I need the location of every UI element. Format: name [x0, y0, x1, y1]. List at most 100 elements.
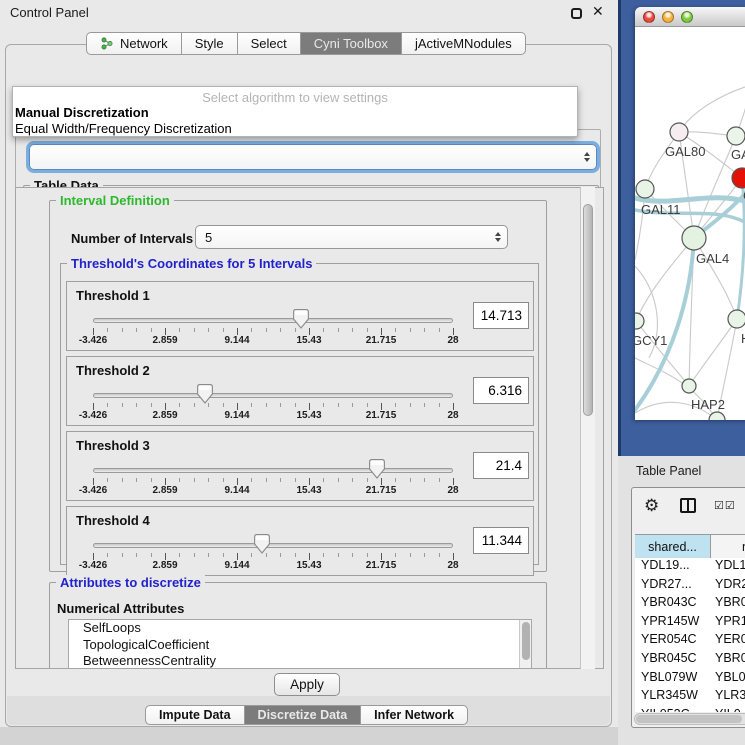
network-node-GAL11[interactable] — [636, 180, 654, 198]
table-header-row: shared... n — [635, 534, 745, 558]
table-row[interactable]: YER054CYER0 — [635, 632, 745, 651]
table-row[interactable]: YLR345WYLR3 — [635, 688, 745, 707]
network-node-GCY1[interactable] — [635, 313, 644, 329]
threshold-slider-track[interactable] — [93, 468, 453, 473]
thresholds-group-title: Threshold's Coordinates for 5 Intervals — [67, 256, 316, 271]
threshold-slider-thumb[interactable] — [197, 384, 213, 404]
tab-discretize-data[interactable]: Discretize Data — [244, 705, 362, 725]
column-layout-icon[interactable] — [680, 498, 696, 513]
network-node-H-node[interactable] — [728, 310, 745, 328]
threshold-slider-track[interactable] — [93, 318, 453, 323]
network-node-bottom-node[interactable] — [709, 412, 725, 420]
slider-tick — [410, 553, 411, 557]
discretization-algorithm-group: Discretization Algorithm — [15, 129, 601, 191]
attribute-list-item[interactable]: SelfLoops — [69, 620, 531, 637]
threshold-slider-thumb[interactable] — [254, 534, 270, 554]
network-graph: GAL80GACGAL11GAL4GCY1HHAP2 — [635, 28, 745, 420]
threshold-value-field[interactable]: 21.4 — [473, 452, 529, 479]
stepper-icon — [584, 151, 590, 163]
tab-jactivemnodules[interactable]: jActiveMNodules — [401, 32, 526, 55]
slider-tick-label: 28 — [447, 560, 458, 571]
column-header-name[interactable]: n — [711, 535, 745, 559]
numerical-attributes-list[interactable]: SelfLoopsTopologicalCoefficientBetweenne… — [68, 619, 532, 669]
table-row[interactable]: YBR045CYBR0 — [635, 651, 745, 670]
slider-tick — [280, 478, 281, 482]
attribute-list-item[interactable]: TopologicalCoefficient — [69, 637, 531, 654]
node-label-HAP2: HAP2 — [691, 397, 725, 412]
threshold-value-field[interactable]: 14.713 — [473, 302, 529, 329]
network-node-GAL4[interactable] — [682, 226, 706, 250]
close-traffic-light[interactable] — [643, 11, 655, 23]
desktop-background: GAL80GACGAL11GAL4GCY1HHAP2 — [618, 0, 745, 456]
tab-style[interactable]: Style — [181, 32, 238, 55]
threshold-slider-track[interactable] — [93, 393, 453, 398]
slider-tick — [237, 403, 238, 410]
network-node-GAL80[interactable] — [670, 123, 688, 141]
tab-infer-network[interactable]: Infer Network — [360, 705, 468, 725]
table-row[interactable]: YDL19...YDL1 — [635, 558, 745, 577]
node-label-GAL4: GAL4 — [696, 251, 729, 266]
slider-tick — [338, 328, 339, 332]
close-icon[interactable]: ✕ — [592, 3, 604, 20]
algorithm-option[interactable]: Equal Width/Frequency Discretization — [15, 121, 232, 136]
slider-tick — [194, 553, 195, 557]
float-window-icon[interactable] — [571, 8, 582, 19]
attributes-scrollbar[interactable] — [519, 620, 531, 669]
tab-cyni-toolbox[interactable]: Cyni Toolbox — [300, 32, 402, 55]
slider-tick-label: 28 — [447, 410, 458, 421]
slider-tick-label: -3.426 — [79, 485, 107, 496]
network-node-top-right[interactable] — [727, 127, 745, 145]
minimize-traffic-light[interactable] — [662, 11, 674, 23]
threshold-slider-track[interactable] — [93, 543, 453, 548]
slider-tick — [136, 328, 137, 332]
gear-icon[interactable]: ⚙ — [644, 496, 659, 516]
zoom-traffic-light[interactable] — [681, 11, 693, 23]
slider-tick-label: 21.715 — [366, 335, 397, 346]
tab-impute-data[interactable]: Impute Data — [145, 705, 245, 725]
cell-shared-name: YER054C — [635, 632, 711, 651]
apply-button[interactable]: Apply — [274, 673, 340, 696]
window-title: Control Panel — [10, 5, 89, 20]
slider-tick — [424, 328, 425, 332]
slider-tick — [237, 553, 238, 560]
scrollbar-thumb[interactable] — [636, 715, 742, 723]
table-row[interactable]: YPR145WYPR1 — [635, 614, 745, 633]
slider-tick-label: 21.715 — [366, 410, 397, 421]
table-row[interactable]: YIL052CYIL0 — [635, 707, 745, 712]
slider-tick-label: 9.144 — [224, 560, 249, 571]
slider-tick-label: 15.43 — [296, 410, 321, 421]
panel-scrollbar[interactable] — [580, 187, 595, 669]
slider-tick — [381, 328, 382, 335]
select-columns-icon[interactable]: ☑☑ — [714, 499, 736, 512]
table-horizontal-scrollbar[interactable] — [634, 713, 745, 725]
table-row[interactable]: YDR27...YDR2 — [635, 577, 745, 596]
threshold-slider-thumb[interactable] — [293, 309, 309, 329]
slider-tick — [410, 328, 411, 332]
attribute-list-item[interactable]: BetweennessCentrality — [69, 653, 531, 669]
algorithm-option[interactable]: Manual Discretization — [15, 105, 149, 120]
threshold-value-field[interactable]: 11.344 — [473, 527, 529, 554]
table-row[interactable]: YBR043CYBR0 — [635, 595, 745, 614]
slider-tick — [295, 478, 296, 482]
number-of-intervals-combobox[interactable]: 5 — [195, 225, 508, 249]
slider-tick — [381, 403, 382, 410]
network-node-HAP2[interactable] — [682, 379, 696, 393]
cell-name: YPR1 — [711, 614, 745, 633]
slider-tick — [439, 553, 440, 557]
column-header-shared-name[interactable]: shared... — [635, 535, 711, 559]
cell-name: YDL1 — [711, 558, 745, 577]
table-row[interactable]: YBL079WYBL0 — [635, 670, 745, 689]
cell-name: YIL0 — [711, 707, 745, 712]
table-panel-box: ⚙ ☑☑ shared... n YDL19...YDL1YDR27...YDR… — [631, 487, 745, 728]
tab-network[interactable]: Network — [86, 32, 182, 55]
tab-label: jActiveMNodules — [415, 36, 512, 51]
scrollbar-thumb[interactable] — [522, 622, 530, 660]
threshold-slider-thumb[interactable] — [369, 459, 385, 479]
scrollbar-thumb[interactable] — [583, 204, 593, 416]
control-panel-window: Control Panel ✕ NetworkStyleSelectCyni T… — [0, 0, 618, 745]
network-canvas[interactable]: GAL80GACGAL11GAL4GCY1HHAP2 — [635, 28, 745, 420]
threshold-value-field[interactable]: 6.316 — [473, 377, 529, 404]
tab-select[interactable]: Select — [237, 32, 301, 55]
algorithm-combobox[interactable] — [29, 144, 597, 170]
table-panel-titlebar: Table Panel — [621, 456, 745, 486]
